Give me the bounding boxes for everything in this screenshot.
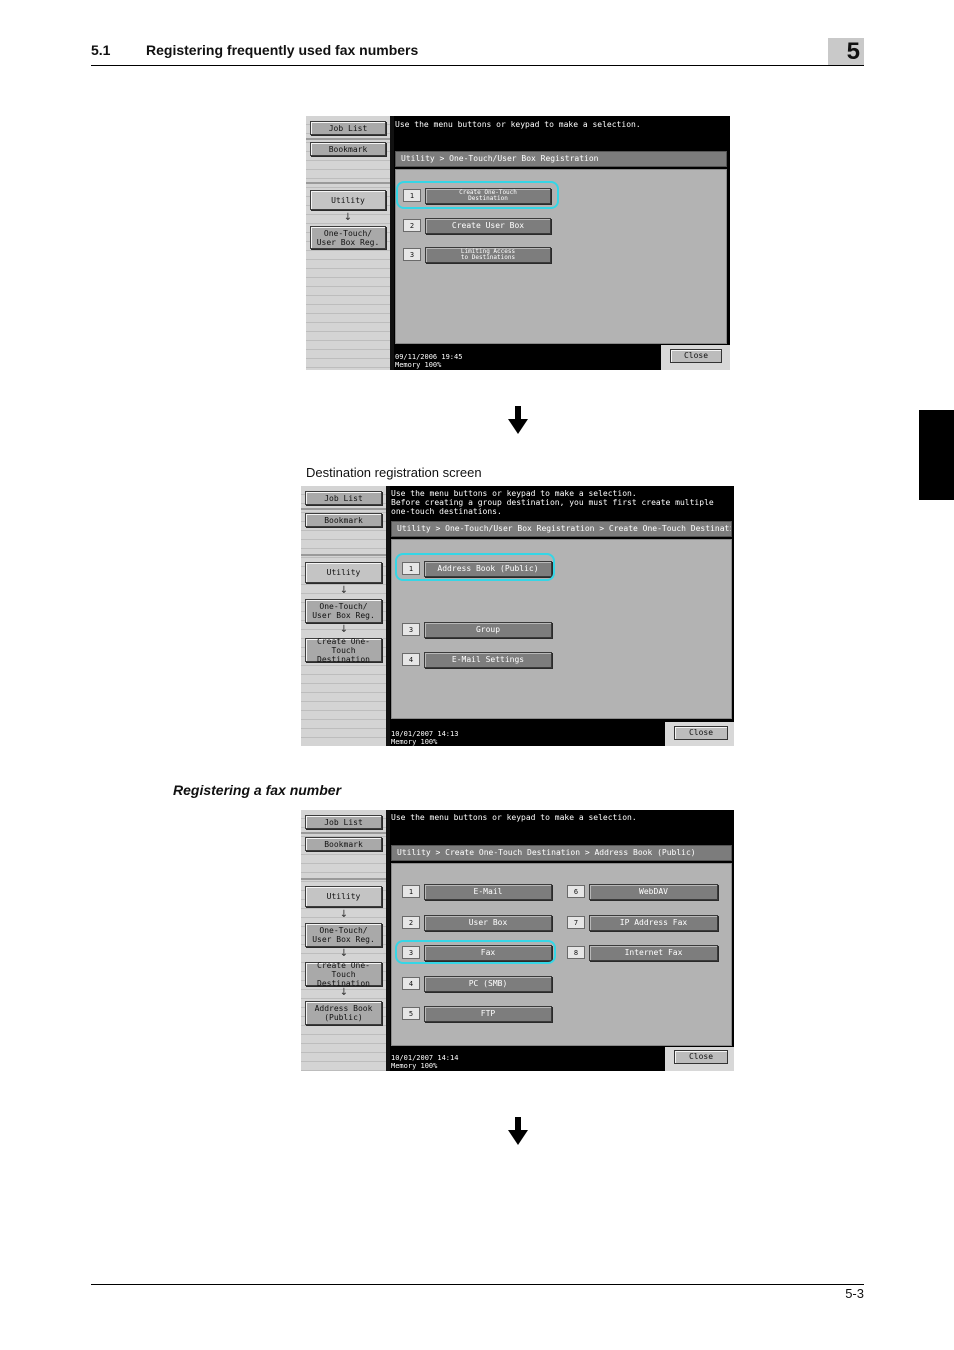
panel-one-touch-registration: Job List Bookmark Utility ↓ One-Touch/ U…	[306, 116, 730, 370]
bookmark-button[interactable]: Bookmark	[305, 513, 382, 527]
breadcrumb-title-bar: Utility > One-Touch/User Box Registratio…	[395, 151, 727, 167]
selection-highlight	[395, 940, 556, 964]
menu-item-limiting-access[interactable]: 3 Limiting Access to Destinations	[403, 247, 553, 263]
panel-address-book-public: Job List Bookmark Utility ↓ One-Touch/ U…	[301, 810, 734, 1071]
breadcrumb-title-bar: Utility > One-Touch/User Box Registratio…	[391, 521, 732, 537]
close-button[interactable]: Close	[674, 726, 728, 740]
instruction-message: Use the menu buttons or keypad to make a…	[395, 120, 641, 129]
menu-item-ip-address-fax[interactable]: 7 IP Address Fax	[567, 915, 719, 931]
caption-destination-screen: Destination registration screen	[306, 465, 482, 480]
down-arrow-icon: ↓	[343, 212, 353, 223]
menu-item-ftp[interactable]: 5 FTP	[402, 1006, 552, 1022]
footer-rule	[91, 1284, 864, 1285]
crumb-address-book-button[interactable]: Address Book (Public)	[305, 1001, 382, 1025]
close-button[interactable]: Close	[670, 349, 722, 363]
crumb-one-touch-button[interactable]: One-Touch/ User Box Reg.	[305, 599, 382, 623]
page-number: 5-3	[845, 1286, 864, 1301]
flow-down-arrow-icon	[508, 1117, 528, 1145]
chapter-badge: 5	[828, 38, 864, 65]
menu-item-user-box[interactable]: 2 User Box	[402, 915, 552, 931]
header-rule	[91, 65, 864, 66]
selection-highlight	[395, 553, 555, 581]
bookmark-button[interactable]: Bookmark	[305, 837, 382, 851]
crumb-one-touch-button[interactable]: One-Touch/ User Box Reg.	[310, 226, 386, 249]
menu-item-create-user-box[interactable]: 2 Create User Box	[403, 218, 553, 234]
heading-registering-fax: Registering a fax number	[173, 782, 342, 798]
instruction-message: Use the menu buttons or keypad to make a…	[391, 489, 714, 516]
status-date-memory: 09/11/2006 19:45 Memory 100%	[395, 353, 463, 369]
status-date-memory: 10/01/2007 14:14 Memory 100%	[391, 1054, 459, 1070]
status-date-memory: 10/01/2007 14:13 Memory 100%	[391, 730, 459, 746]
chapter-side-tab	[919, 410, 954, 500]
down-arrow-icon: ↓	[339, 585, 349, 596]
crumb-create-destination-button[interactable]: Create One-Touch Destination	[305, 961, 382, 988]
job-list-button[interactable]: Job List	[310, 121, 386, 135]
crumb-utility-button[interactable]: Utility	[305, 886, 382, 907]
down-arrow-icon: ↓	[339, 987, 349, 998]
menu-item-email-settings[interactable]: 4 E-Mail Settings	[402, 652, 552, 668]
menu-item-email[interactable]: 1 E-Mail	[402, 884, 552, 900]
crumb-utility-button[interactable]: Utility	[310, 190, 386, 210]
section-title: Registering frequently used fax numbers	[146, 42, 419, 58]
selection-highlight	[396, 181, 559, 209]
crumb-utility-button[interactable]: Utility	[305, 562, 382, 583]
menu-item-webdav[interactable]: 6 WebDAV	[567, 884, 719, 900]
bookmark-button[interactable]: Bookmark	[310, 142, 386, 156]
instruction-message: Use the menu buttons or keypad to make a…	[391, 813, 637, 822]
job-list-button[interactable]: Job List	[305, 491, 382, 505]
crumb-create-destination-button[interactable]: Create One-Touch Destination	[305, 637, 382, 664]
close-button[interactable]: Close	[674, 1050, 728, 1064]
down-arrow-icon: ↓	[339, 909, 349, 920]
breadcrumb-title-bar: Utility > Create One-Touch Destination >…	[391, 845, 732, 861]
section-number: 5.1	[91, 42, 111, 58]
crumb-one-touch-button[interactable]: One-Touch/ User Box Reg.	[305, 923, 382, 947]
panel-create-one-touch-destination: Job List Bookmark Utility ↓ One-Touch/ U…	[301, 486, 734, 746]
menu-item-pc-smb[interactable]: 4 PC (SMB)	[402, 976, 552, 992]
down-arrow-icon: ↓	[339, 948, 349, 959]
menu-item-internet-fax[interactable]: 8 Internet Fax	[567, 945, 719, 961]
job-list-button[interactable]: Job List	[305, 815, 382, 829]
menu-item-group[interactable]: 3 Group	[402, 622, 552, 638]
down-arrow-icon: ↓	[339, 624, 349, 635]
flow-down-arrow-icon	[508, 406, 528, 434]
